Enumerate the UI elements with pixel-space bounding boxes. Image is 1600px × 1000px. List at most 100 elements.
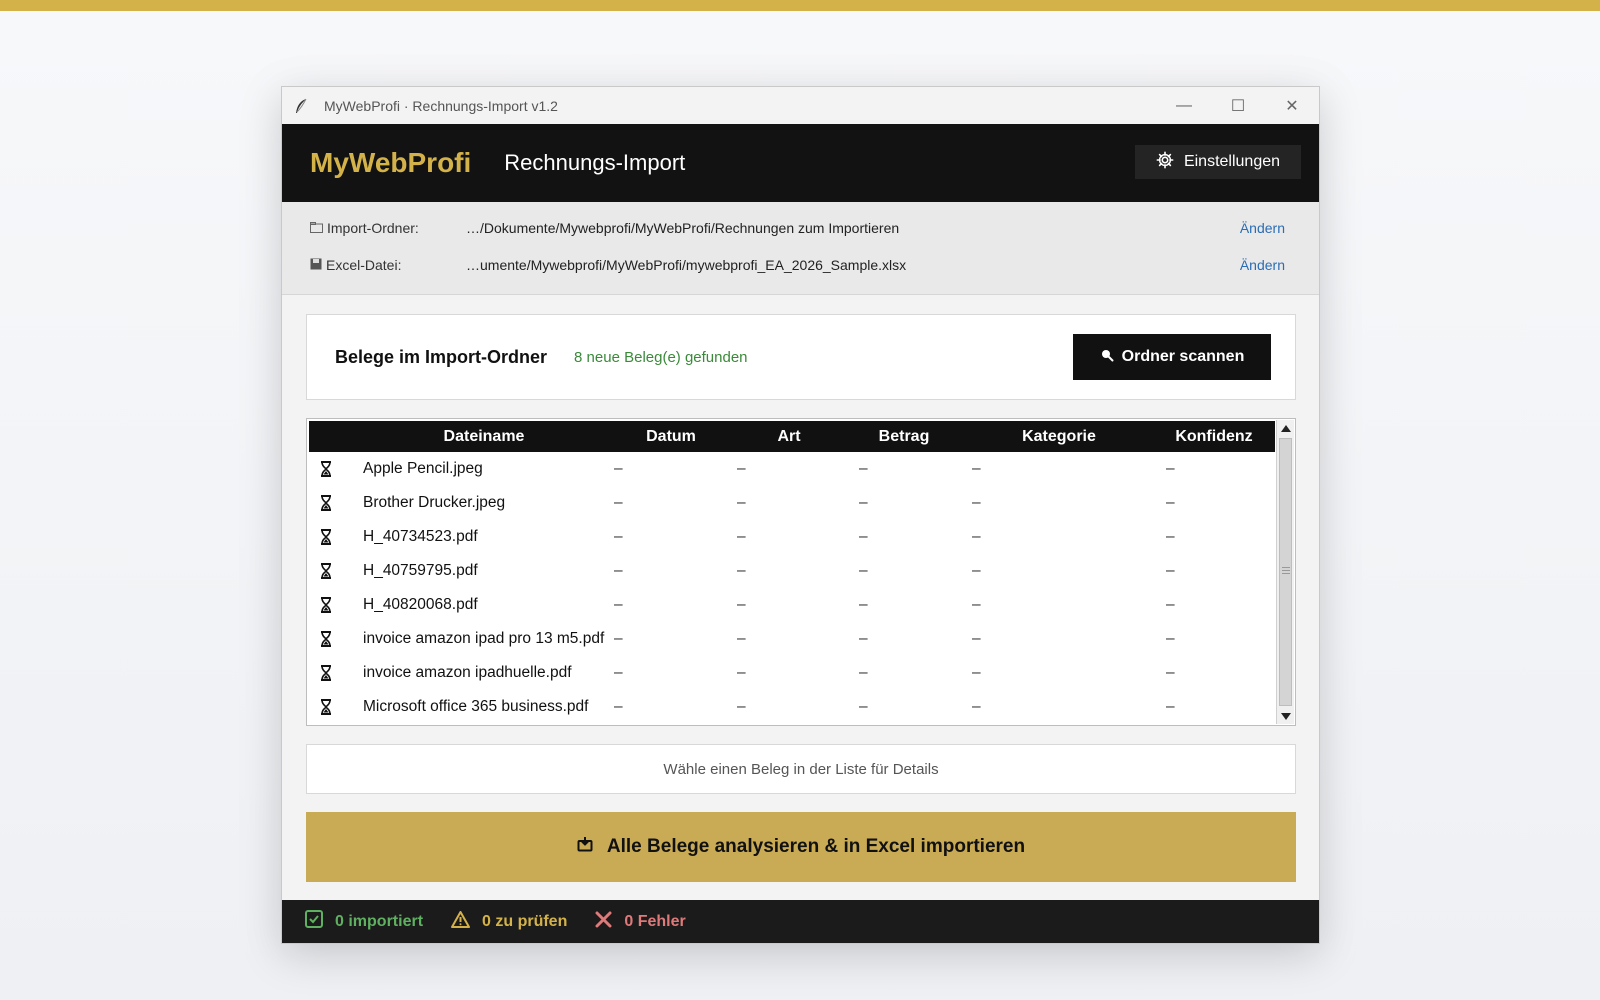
scan-folder-label: Ordner scannen	[1121, 348, 1245, 365]
cell-art: –	[737, 630, 746, 647]
cell-kategorie: –	[972, 460, 981, 477]
cell-konfidenz: –	[1166, 596, 1175, 613]
cell-art: –	[737, 494, 746, 511]
cell-betrag: –	[859, 630, 868, 647]
cell-datum: –	[614, 630, 623, 647]
import-all-button[interactable]: Alle Belege analysieren & in Excel impor…	[306, 812, 1296, 882]
to-check-count: 0 zu prüfen	[482, 912, 568, 930]
imported-status: 0 importiert	[305, 910, 423, 933]
hourglass-icon	[317, 656, 335, 690]
cell-art: –	[737, 562, 746, 579]
excel-file-row: Excel-Datei: …umente/Mywebprofi/MyWebPro…	[310, 255, 1285, 275]
hourglass-icon	[317, 588, 335, 622]
import-folder-label: Import-Ordner:	[327, 220, 419, 236]
cell-konfidenz: –	[1166, 494, 1175, 511]
scan-panel: Belege im Import-Ordner 8 neue Beleg(e) …	[306, 314, 1296, 400]
change-import-folder-link[interactable]: Ändern	[1240, 220, 1285, 236]
cell-betrag: –	[859, 664, 868, 681]
cell-art: –	[737, 460, 746, 477]
table-row[interactable]: invoice amazon ipad pro 13 m5.pdf – – – – –	[309, 622, 1275, 656]
cell-datum: –	[614, 528, 623, 545]
minimize-button[interactable]: —	[1157, 87, 1211, 124]
search-icon	[1100, 348, 1114, 367]
arrow-down-icon	[1281, 707, 1291, 725]
table-row[interactable]: invoice amazon ipadhuelle.pdf – – – – –	[309, 656, 1275, 690]
cell-art: –	[737, 698, 746, 715]
table-row[interactable]: Brother Drucker.jpeg – – – – –	[309, 486, 1275, 520]
change-excel-file-link[interactable]: Ändern	[1240, 257, 1285, 273]
settings-button[interactable]: Einstellungen	[1135, 145, 1301, 179]
title-bar[interactable]: MyWebProfi · Rechnungs-Import v1.2 — ☐ ✕	[282, 87, 1319, 124]
cell-betrag: –	[859, 494, 868, 511]
table-row[interactable]: H_40734523.pdf – – – – –	[309, 520, 1275, 554]
cell-konfidenz: –	[1166, 528, 1175, 545]
scroll-up-button[interactable]	[1277, 420, 1295, 436]
import-folder-path: …/Dokumente/Mywebprofi/MyWebProfi/Rechnu…	[466, 220, 900, 236]
cell-file: Microsoft office 365 business.pdf	[363, 698, 589, 715]
hourglass-icon	[317, 622, 335, 656]
to-check-status: 0 zu prüfen	[451, 910, 568, 933]
cell-konfidenz: –	[1166, 460, 1175, 477]
hourglass-icon	[317, 520, 335, 554]
cell-file: H_40759795.pdf	[363, 562, 478, 579]
cell-betrag: –	[859, 528, 868, 545]
scan-status: 8 neue Beleg(e) gefunden	[574, 348, 748, 366]
column-header-dateiname[interactable]: Dateiname	[309, 421, 659, 452]
column-header-art[interactable]: Art	[749, 421, 829, 452]
close-icon: ✕	[1285, 97, 1299, 115]
table-scrollbar[interactable]	[1276, 420, 1294, 724]
error-x-icon	[595, 911, 612, 933]
table-row[interactable]: Microsoft office 365 business.pdf – – – – –	[309, 690, 1275, 723]
cell-datum: –	[614, 664, 623, 681]
cell-betrag: –	[859, 460, 868, 477]
import-folder-row: Import-Ordner: …/Dokumente/Mywebprofi/My…	[310, 218, 1285, 238]
status-bar: 0 importiert 0 zu prüfen 0 Fehler	[282, 900, 1319, 943]
table-row[interactable]: H_40759795.pdf – – – – –	[309, 554, 1275, 588]
cell-file: H_40820068.pdf	[363, 596, 478, 613]
column-header-kategorie[interactable]: Kategorie	[989, 421, 1129, 452]
table-row[interactable]: Apple Pencil.jpeg – – – – –	[309, 452, 1275, 486]
hourglass-icon	[317, 486, 335, 520]
cell-betrag: –	[859, 562, 868, 579]
hourglass-icon	[317, 554, 335, 588]
scroll-down-button[interactable]	[1277, 708, 1295, 724]
arrow-up-icon	[1281, 419, 1291, 437]
cell-art: –	[737, 528, 746, 545]
settings-label: Einstellungen	[1183, 153, 1281, 170]
error-status: 0 Fehler	[595, 911, 686, 933]
cell-file: invoice amazon ipadhuelle.pdf	[363, 664, 572, 681]
cell-datum: –	[614, 494, 623, 511]
cell-betrag: –	[859, 698, 868, 715]
imported-count: 0 importiert	[335, 912, 424, 930]
column-header-datum[interactable]: Datum	[621, 421, 721, 452]
cell-kategorie: –	[972, 528, 981, 545]
cell-betrag: –	[859, 596, 868, 613]
scrollbar-thumb[interactable]	[1279, 438, 1292, 706]
cell-konfidenz: –	[1166, 630, 1175, 647]
cell-kategorie: –	[972, 562, 981, 579]
maximize-icon: ☐	[1230, 97, 1246, 115]
cell-konfidenz: –	[1166, 562, 1175, 579]
details-panel: Wähle einen Beleg in der Liste für Detai…	[306, 744, 1296, 794]
folder-icon	[310, 220, 323, 236]
excel-file-path: …umente/Mywebprofi/MyWebProfi/mywebprofi…	[466, 257, 907, 273]
cell-datum: –	[614, 698, 623, 715]
cell-file: Brother Drucker.jpeg	[363, 494, 506, 511]
cell-art: –	[737, 596, 746, 613]
cell-file: Apple Pencil.jpeg	[363, 460, 483, 477]
top-accent-stripe	[0, 0, 1600, 11]
error-count: 0 Fehler	[624, 912, 686, 930]
table-row[interactable]: H_40820068.pdf – – – – –	[309, 588, 1275, 622]
maximize-button[interactable]: ☐	[1211, 87, 1265, 124]
cell-datum: –	[614, 562, 623, 579]
cell-datum: –	[614, 596, 623, 613]
brand-logo: MyWebProfi	[310, 147, 472, 178]
close-button[interactable]: ✕	[1265, 87, 1319, 124]
table-body: Apple Pencil.jpeg – – – – – Brother Drucker.jp…	[309, 452, 1275, 723]
gear-icon	[1156, 151, 1174, 174]
import-all-label: Alle Belege analysieren & in Excel impor…	[606, 836, 1026, 857]
scan-folder-button[interactable]: Ordner scannen	[1073, 334, 1271, 380]
column-header-konfidenz[interactable]: Konfidenz	[1159, 421, 1269, 452]
column-header-betrag[interactable]: Betrag	[854, 421, 954, 452]
cell-kategorie: –	[972, 494, 981, 511]
